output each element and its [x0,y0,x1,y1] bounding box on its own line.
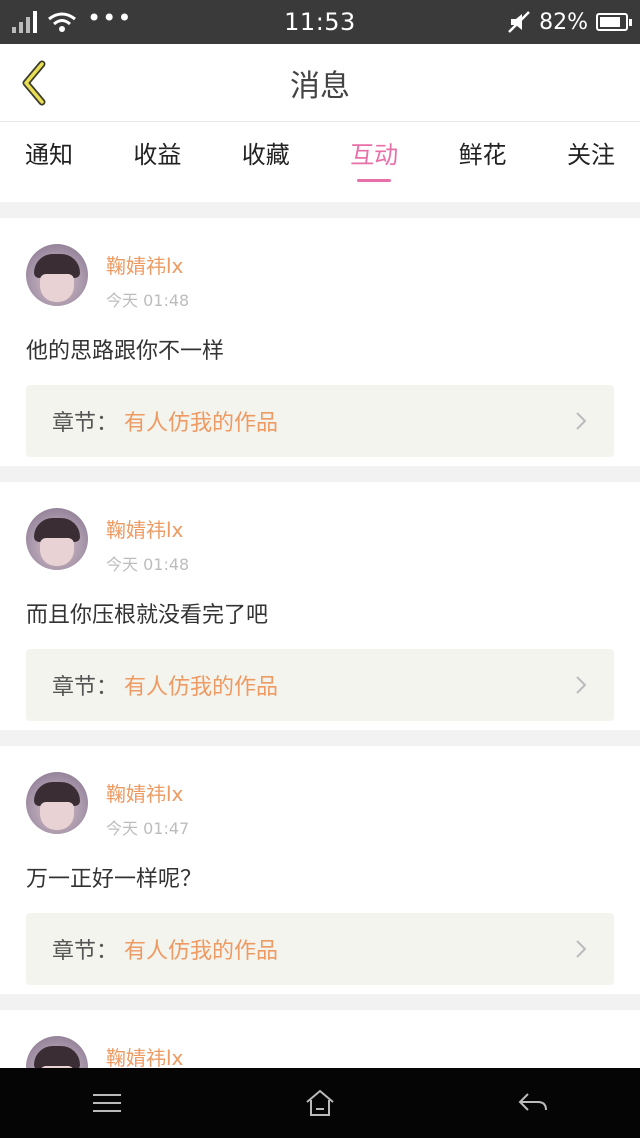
battery-percent: 82% [539,9,588,35]
chapter-label: 章节： [52,411,119,436]
chevron-right-icon [576,676,587,694]
chapter-title: 有人仿我的作品 [124,939,279,964]
message-card: 鞠婧祎lx [0,1010,640,1098]
chapter-title: 有人仿我的作品 [124,411,279,436]
tab-2[interactable]: 收藏 [242,122,290,182]
avatar[interactable] [26,508,88,570]
tab-bar: 通知 收益 收藏 互动 鲜花 关注 [0,122,640,202]
chapter-link[interactable]: 章节： 有人仿我的作品 [26,649,614,721]
more-dots-icon: ••• [87,4,133,32]
menu-icon[interactable] [77,1083,137,1123]
status-bar: ••• 11:53 82% [0,0,640,44]
chapter-label: 章节： [52,675,119,700]
signal-icon [12,11,37,33]
chapter-label: 章节： [52,939,119,964]
tab-5[interactable]: 关注 [567,122,615,182]
user-row: 鞠婧祎lx 今天 01:47 [26,772,614,839]
message-feed: 鞠婧祎lx 今天 01:48 他的思路跟你不一样 章节： 有人仿我的作品 鞠婧祎… [0,202,640,1098]
username[interactable]: 鞠婧祎lx [106,514,189,543]
tab-0[interactable]: 通知 [25,122,73,182]
home-icon[interactable] [290,1083,350,1123]
mute-icon [508,11,530,33]
system-nav-bar [0,1068,640,1138]
avatar[interactable] [26,772,88,834]
message-time: 今天 01:48 [106,291,190,310]
username[interactable]: 鞠婧祎lx [106,778,189,807]
tab-3[interactable]: 互动 [350,122,398,182]
back-chevron-icon[interactable] [14,58,54,108]
wifi-icon [48,12,76,32]
chapter-link[interactable]: 章节： 有人仿我的作品 [26,913,614,985]
username[interactable]: 鞠婧祎lx [106,250,189,279]
avatar[interactable] [26,244,88,306]
message-text: 而且你压根就没看完了吧 [26,603,269,628]
message-time: 今天 01:48 [106,555,190,574]
message-text: 他的思路跟你不一样 [26,339,225,364]
chapter-title: 有人仿我的作品 [124,675,279,700]
message-time: 今天 01:47 [106,819,190,838]
user-row: 鞠婧祎lx 今天 01:48 [26,244,614,311]
message-card: 鞠婧祎lx 今天 01:48 而且你压根就没看完了吧 章节： 有人仿我的作品 [0,482,640,730]
message-text: 万一正好一样呢？ [26,867,203,892]
battery-icon [595,13,632,31]
tab-1[interactable]: 收益 [133,122,181,182]
chapter-link[interactable]: 章节： 有人仿我的作品 [26,385,614,457]
user-row: 鞠婧祎lx 今天 01:48 [26,508,614,575]
username[interactable]: 鞠婧祎lx [106,1042,183,1071]
status-time: 11:53 [284,8,356,36]
screen: ••• 11:53 82% 消息 通知收益 收藏互动 鲜花关注 鞠婧祎lx [0,0,640,1138]
message-card: 鞠婧祎lx 今天 01:48 他的思路跟你不一样 章节： 有人仿我的作品 [0,218,640,466]
message-card: 鞠婧祎lx 今天 01:47 万一正好一样呢？ 章节： 有人仿我的作品 [0,746,640,994]
tab-4[interactable]: 鲜花 [459,122,507,182]
back-arrow-icon[interactable] [503,1083,563,1123]
chevron-right-icon [576,412,587,430]
header: 消息 [0,44,640,122]
page-title: 消息 [290,68,350,104]
chevron-right-icon [576,940,587,958]
